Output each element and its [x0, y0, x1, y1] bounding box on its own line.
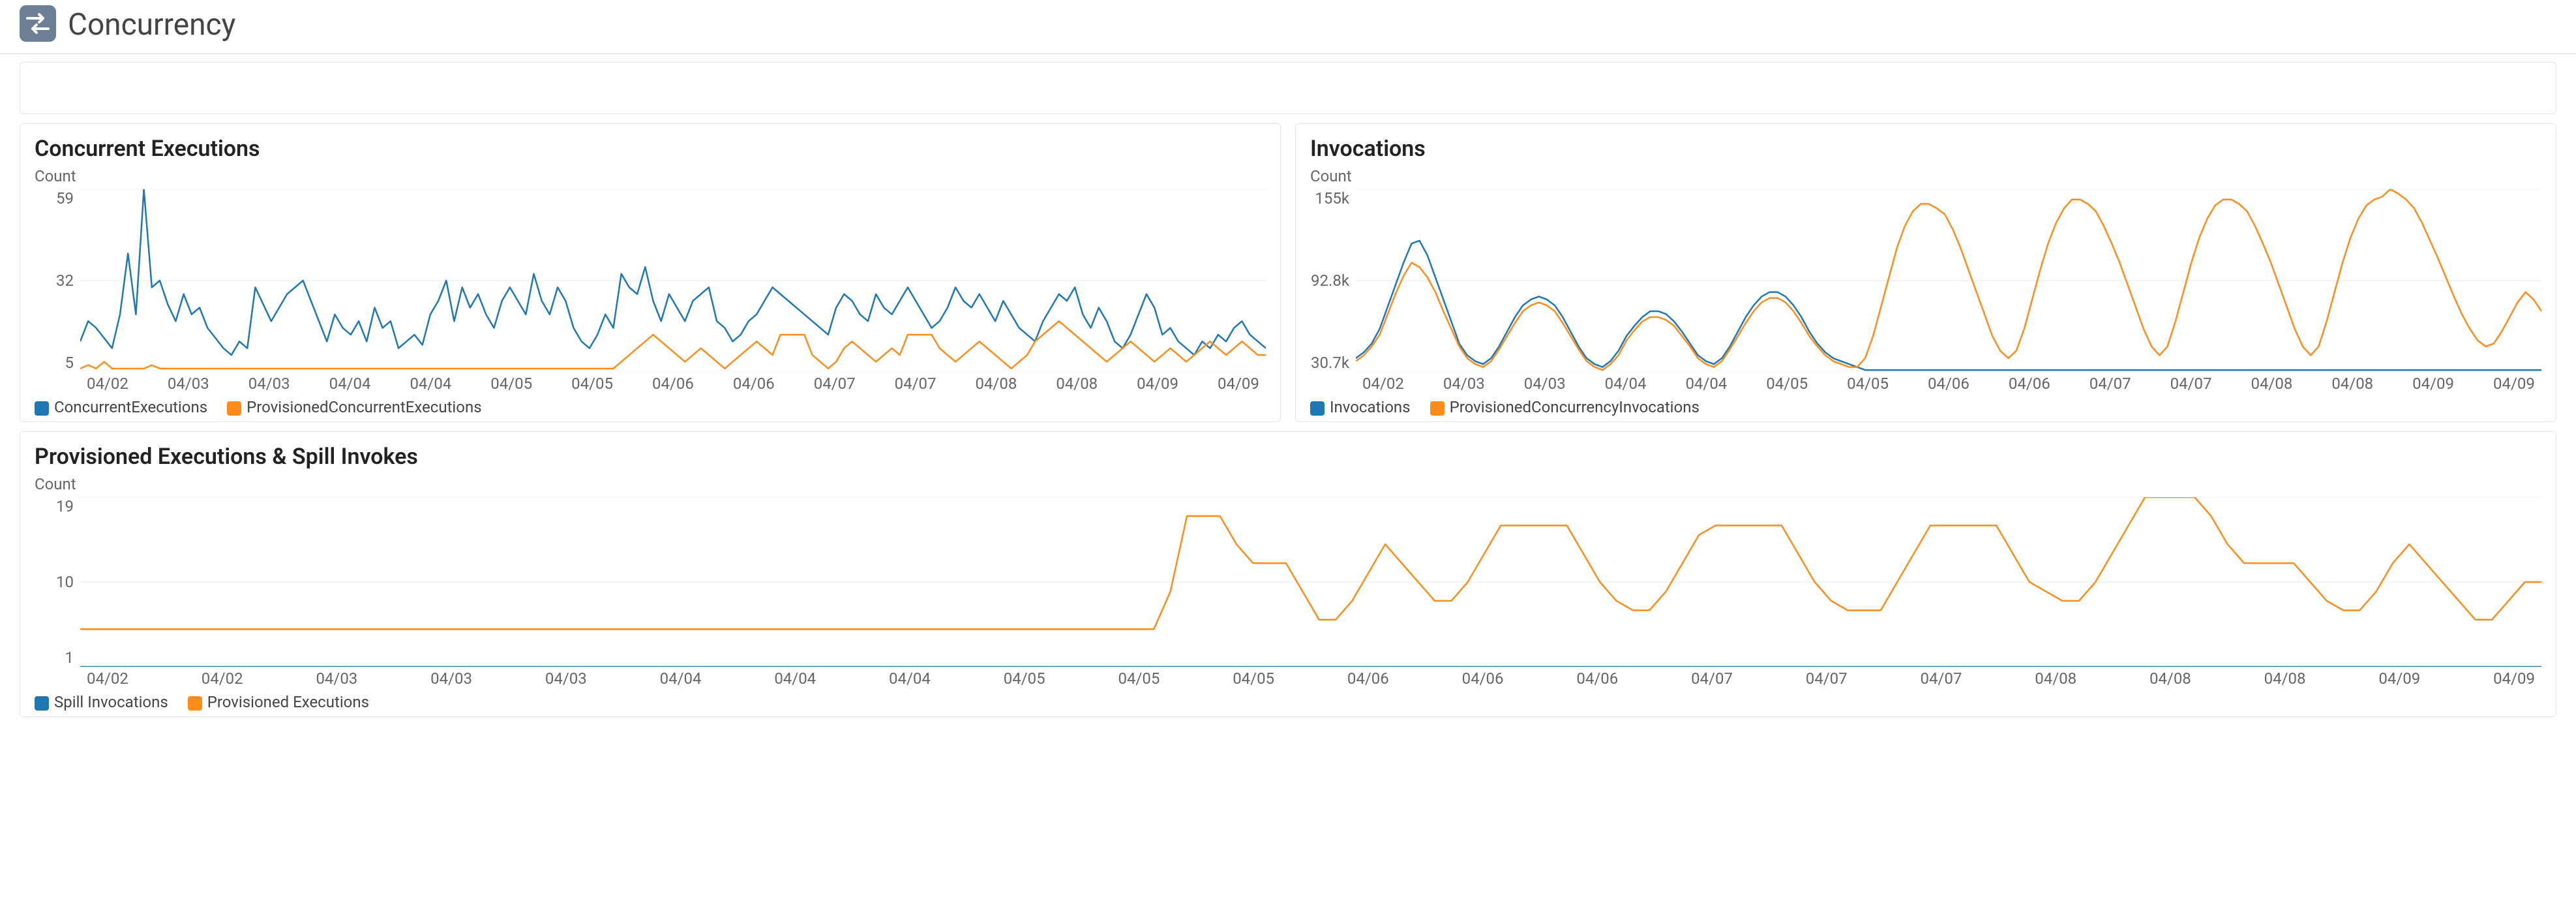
legend: ConcurrentExecutions ProvisionedConcurre…	[35, 398, 1266, 416]
chart-title: Concurrent Executions	[35, 136, 1266, 162]
page-title: Concurrency	[68, 7, 235, 42]
y-ticks: 19 10 1	[35, 497, 80, 667]
chart-provisioned-spill: Provisioned Executions & Spill Invokes C…	[20, 431, 2556, 717]
x-ticks: 04/0204/0304/0304/0404/0404/0504/0504/06…	[87, 375, 1266, 393]
chart-concurrent-executions: Concurrent Executions Count 59 32 5 04/0…	[20, 123, 1281, 422]
x-ticks: 04/0204/0204/0304/0304/0304/0404/0404/04…	[87, 669, 2541, 688]
filter-panel	[20, 62, 2556, 114]
y-ticks: 59 32 5	[35, 189, 80, 372]
plot-area	[80, 189, 1266, 372]
y-axis-label: Count	[35, 475, 2541, 493]
concurrency-icon	[20, 5, 56, 44]
plot-area	[1356, 189, 2541, 372]
y-axis-label: Count	[1310, 167, 2541, 185]
chart-invocations: Invocations Count 155k 92.8k 30.7k 04/02…	[1295, 123, 2556, 422]
chart-title: Provisioned Executions & Spill Invokes	[35, 444, 2541, 470]
page-header: Concurrency	[0, 0, 2576, 54]
plot-area	[80, 497, 2541, 667]
chart-title: Invocations	[1310, 136, 2541, 162]
legend: Spill Invocations Provisioned Executions	[35, 693, 2541, 711]
legend: Invocations ProvisionedConcurrencyInvoca…	[1310, 398, 2541, 416]
y-axis-label: Count	[35, 167, 1266, 185]
y-ticks: 155k 92.8k 30.7k	[1310, 189, 1356, 372]
x-ticks: 04/0204/0304/0304/0404/0404/0504/0504/06…	[1362, 375, 2541, 393]
